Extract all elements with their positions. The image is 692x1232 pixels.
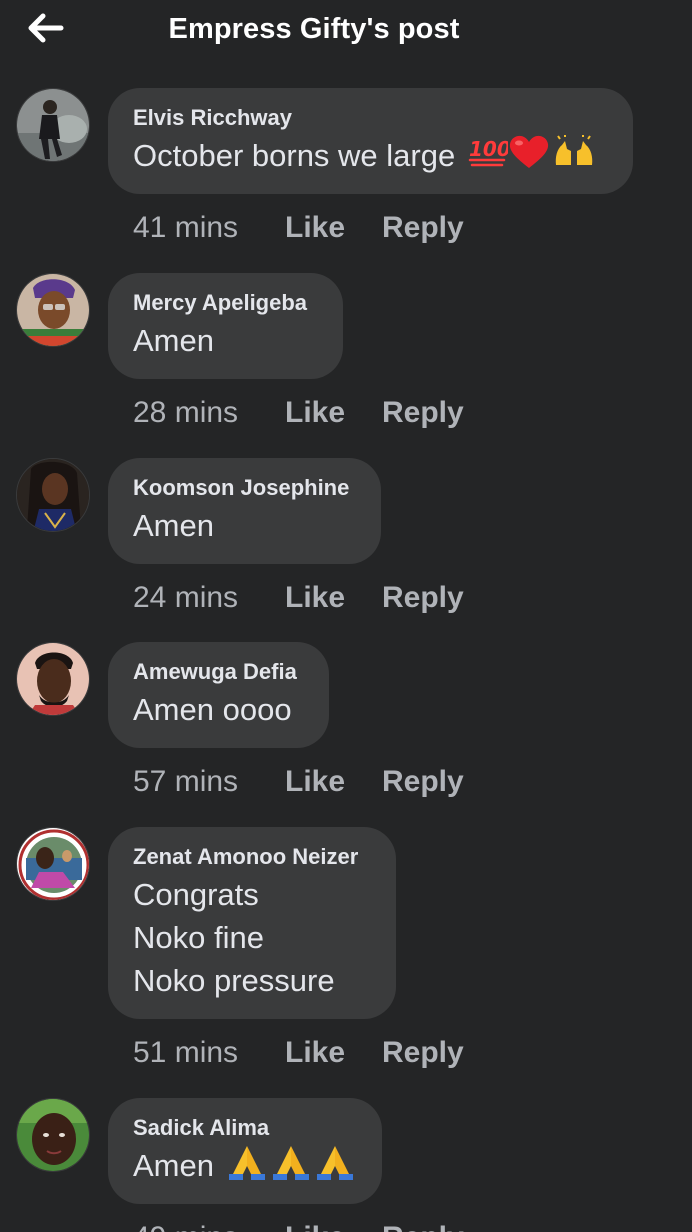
reply-button[interactable]: Reply [382,764,464,800]
page-title: Empress Gifty's post [168,13,460,45]
top-bar: Empress Gifty's post [0,0,692,64]
avatar[interactable] [16,273,90,347]
hundred-points-icon: 100 [468,136,511,179]
comment-author[interactable]: Mercy Apeligeba [133,289,317,317]
avatar[interactable] [16,88,90,162]
comment-text-line: Congrats [133,877,259,912]
red-heart-icon [508,134,550,181]
comment-author[interactable]: Zenat Amonoo Neizer [133,843,370,871]
comment-time: 49 mins [133,1220,285,1232]
comment-author[interactable]: Sadick Alima [133,1114,356,1142]
avatar[interactable] [16,642,90,716]
avatar[interactable] [16,1098,90,1172]
like-button[interactable]: Like [285,1035,382,1071]
comment-time: 24 mins [133,581,239,614]
comments-screen: Empress Gifty's post Elvis Ricchway Octo… [0,0,692,1232]
comment-author[interactable]: Amewuga Defia [133,658,303,686]
comment-text: October borns we large 100 [133,134,607,181]
reply-button[interactable]: Reply [382,1035,464,1071]
comment-text: Congrats Noko fine Noko pressure [133,873,370,1002]
comment-text-line: Amen [133,508,214,543]
comment-text-line: Amen [133,323,214,358]
reply-button[interactable]: Reply [382,210,464,246]
like-button[interactable]: Like [285,395,382,431]
folded-hands-icon [227,1144,267,1191]
comment-actions: 49 minsLikeReply [133,1220,464,1232]
comment-bubble: Sadick Alima Amen [108,1098,382,1204]
comment-bubble: Zenat Amonoo Neizer Congrats Noko fine N… [108,827,396,1019]
comment-text: Amen oooo [133,688,303,731]
comment-text-line: October borns we large [133,138,456,173]
folded-hands-icon [315,1144,355,1191]
avatar[interactable] [16,458,90,532]
comment-bubble: Amewuga Defia Amen oooo [108,642,329,748]
folded-hands-icon [271,1144,311,1191]
comment-text-line: Noko fine [133,920,264,955]
comment-text: Amen [133,319,317,362]
like-button[interactable]: Like [285,580,382,616]
raising-hands-icon [552,135,596,180]
comment-text: Amen [133,1144,356,1191]
comment-bubble: Koomson Josephine Amen [108,458,381,564]
comment-text: Amen [133,504,355,547]
comment-actions: 41 mins Like Reply [133,210,464,246]
comment-text-line: Noko pressure [133,963,335,998]
reply-button[interactable]: Reply [382,395,464,431]
comment-text-line: Amen oooo [133,692,292,727]
comment-bubble: Elvis Ricchway October borns we large 10… [108,88,633,194]
comment-time: 41 mins [133,211,239,244]
comment-time: 28 mins [133,396,239,429]
reply-button[interactable]: Reply [382,580,464,616]
comment-author[interactable]: Koomson Josephine [133,474,355,502]
like-button[interactable]: Like [285,1220,382,1232]
like-button[interactable]: Like [285,210,382,246]
comment-bubble: Mercy Apeligeba Amen [108,273,343,379]
comment-actions: 28 mins Like Reply [133,395,464,431]
comment-actions: 24 mins Like Reply [133,580,464,616]
svg-text:100: 100 [469,137,508,161]
reply-button[interactable]: Reply [382,1220,464,1232]
comment-author[interactable]: Elvis Ricchway [133,104,607,132]
comment-actions: 51 mins Like Reply [133,1035,464,1071]
comment-text-line: Amen [133,1148,214,1183]
comment-time: 57 mins [133,765,239,798]
avatar[interactable] [16,827,90,901]
comment-actions: 57 mins Like Reply [133,764,464,800]
comment-time: 51 mins [133,1036,239,1069]
like-button[interactable]: Like [285,764,382,800]
